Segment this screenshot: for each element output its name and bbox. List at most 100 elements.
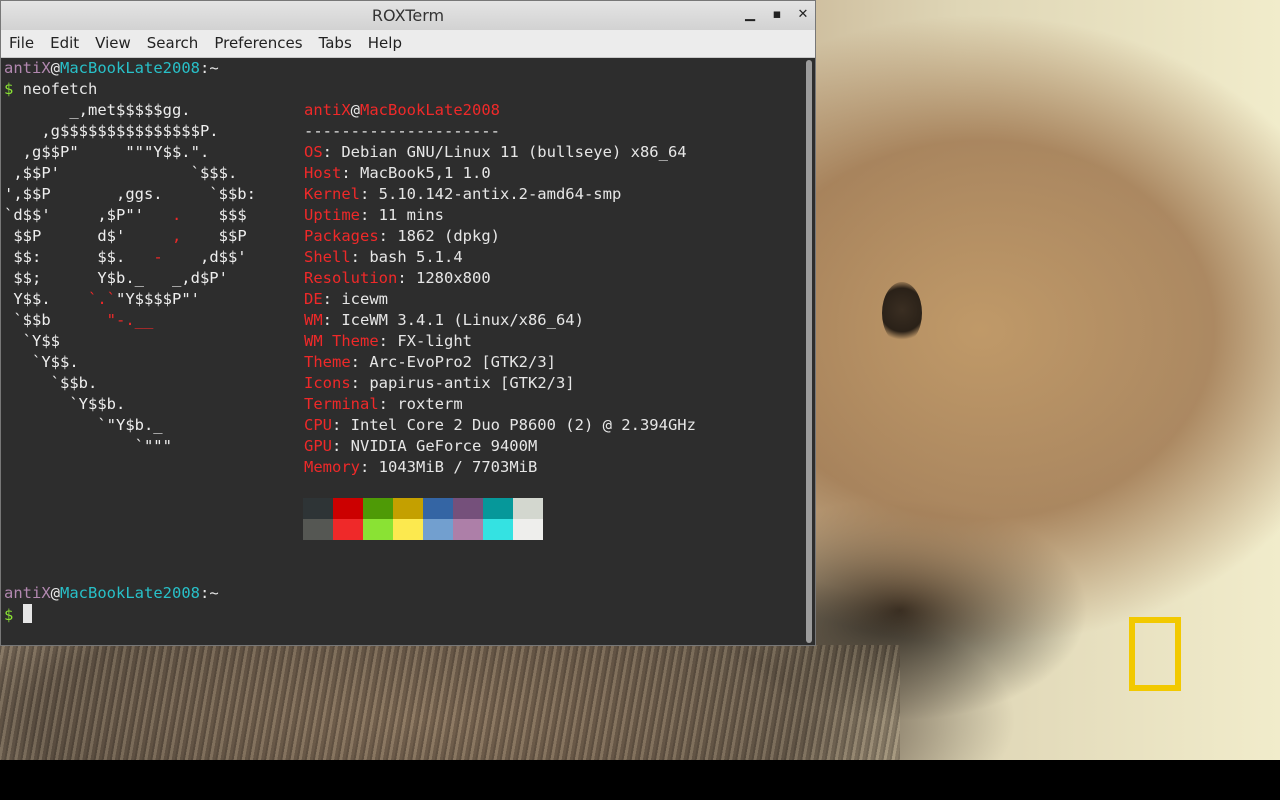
info-field-row: Memory: 1043MiB / 7703MiB bbox=[304, 457, 696, 478]
info-field-value: 1043MiB / 7703MiB bbox=[378, 458, 538, 476]
minimize-icon[interactable]: ▁ bbox=[741, 6, 759, 24]
info-field-row: Terminal: roxterm bbox=[304, 394, 696, 415]
neofetch-info: antiX@MacBookLate2008 ------------------… bbox=[304, 100, 696, 478]
logo-line: $$; Y$b._ _,d$P' bbox=[4, 269, 228, 287]
info-field-value: NVIDIA GeForce 9400M bbox=[350, 437, 538, 455]
menu-file[interactable]: File bbox=[1, 30, 42, 57]
maximize-icon[interactable]: ▪ bbox=[768, 6, 786, 24]
info-field-value: roxterm bbox=[397, 395, 463, 413]
logo-segment-red: - bbox=[153, 248, 163, 266]
wallpaper-lion-eye bbox=[882, 282, 922, 344]
logo-line: Y$$. `.`"Y$$$$P"' bbox=[4, 289, 256, 310]
menu-edit[interactable]: Edit bbox=[42, 30, 87, 57]
menu-preferences[interactable]: Preferences bbox=[206, 30, 310, 57]
prompt-path: :~ bbox=[200, 59, 219, 77]
info-field-key: Packages bbox=[304, 227, 379, 245]
scrollbar-thumb[interactable] bbox=[806, 60, 812, 643]
color-palette bbox=[303, 498, 543, 540]
logo-segment: ,d$$' bbox=[162, 248, 247, 266]
menu-help[interactable]: Help bbox=[360, 30, 410, 57]
logo-segment: `$$b bbox=[4, 311, 107, 329]
info-field-colon: : bbox=[397, 269, 416, 287]
palette-swatch bbox=[333, 498, 363, 519]
info-field-value: 1862 (dpkg) bbox=[397, 227, 500, 245]
info-field-key: Terminal bbox=[304, 395, 379, 413]
menubar: File Edit View Search Preferences Tabs H… bbox=[1, 30, 815, 58]
palette-swatch bbox=[393, 519, 423, 540]
info-field-colon: : bbox=[360, 458, 379, 476]
logo-segment-red: . bbox=[171, 206, 182, 224]
info-field-key: Icons bbox=[304, 374, 351, 392]
prompt-host: MacBookLate2008 bbox=[60, 59, 200, 77]
info-field-row: Host: MacBook5,1 1.0 bbox=[304, 163, 696, 184]
palette-swatch bbox=[483, 519, 513, 540]
info-field-value: Arc-EvoPro2 [GTK2/3] bbox=[369, 353, 556, 371]
info-field-colon: : bbox=[360, 185, 379, 203]
info-field-colon: : bbox=[332, 416, 351, 434]
info-field-row: Packages: 1862 (dpkg) bbox=[304, 226, 696, 247]
window-titlebar[interactable]: ROXTerm ▁ ▪ ✕ bbox=[1, 1, 815, 31]
logo-segment: `d$$' ,$P"' bbox=[4, 206, 172, 224]
info-field-value: FX-light bbox=[397, 332, 472, 350]
info-field-value: icewm bbox=[341, 290, 389, 308]
close-icon[interactable]: ✕ bbox=[794, 6, 812, 24]
info-field-key: Theme bbox=[304, 353, 351, 371]
scrollbar[interactable] bbox=[803, 58, 815, 645]
info-field-colon: : bbox=[350, 374, 370, 392]
logo-segment: $$$ bbox=[181, 206, 247, 224]
logo-line: ,g$$$$$$$$$$$$$$$P. bbox=[4, 122, 219, 140]
national-geographic-logo-icon bbox=[1129, 617, 1181, 691]
logo-line: $$: $$. - ,d$$' bbox=[4, 247, 256, 268]
info-field-value: IceWM 3.4.1 (Linux/x86_64) bbox=[341, 311, 584, 329]
command-line[interactable]: $ bbox=[4, 604, 32, 625]
prompt-user: antiX bbox=[4, 584, 51, 602]
info-field-value: Intel Core 2 Duo P8600 (2) @ 2.394GHz bbox=[350, 416, 696, 434]
info-separator: --------------------- bbox=[304, 122, 500, 140]
terminal-window[interactable]: ROXTerm ▁ ▪ ✕ File Edit View Search Pref… bbox=[0, 0, 816, 646]
info-field-row: DE: icewm bbox=[304, 289, 696, 310]
prompt-at: @ bbox=[50, 584, 61, 602]
prompt-symbol: $ bbox=[4, 606, 14, 624]
palette-swatch bbox=[363, 498, 393, 519]
window-title: ROXTerm bbox=[371, 6, 445, 25]
info-field-colon: : bbox=[378, 227, 398, 245]
info-field-row: Theme: Arc-EvoPro2 [GTK2/3] bbox=[304, 352, 696, 373]
info-field-value: 11 mins bbox=[378, 206, 444, 224]
logo-segment: $$P bbox=[181, 227, 247, 245]
palette-swatch bbox=[333, 519, 363, 540]
terminal-output[interactable]: antiX@MacBookLate2008:~ $ neofetch _,met… bbox=[1, 58, 803, 645]
logo-line: `$$b "-.__ bbox=[4, 310, 256, 331]
info-field-value: 5.10.142-antix.2-amd64-smp bbox=[378, 185, 622, 203]
wallpaper-fur bbox=[0, 645, 900, 760]
info-field-value: bash 5.1.4 bbox=[369, 248, 463, 266]
info-field-key: OS bbox=[304, 143, 323, 161]
info-field-colon: : bbox=[350, 248, 370, 266]
palette-swatch bbox=[423, 498, 453, 519]
logo-line: `$$b. bbox=[4, 374, 98, 392]
info-field-colon: : bbox=[360, 206, 379, 224]
menu-tabs[interactable]: Tabs bbox=[311, 30, 360, 57]
menu-search[interactable]: Search bbox=[139, 30, 207, 57]
info-field-row: CPU: Intel Core 2 Duo P8600 (2) @ 2.394G… bbox=[304, 415, 696, 436]
logo-segment-red: , bbox=[171, 227, 182, 245]
info-field-value: Debian GNU/Linux 11 (bullseye) x86_64 bbox=[341, 143, 687, 161]
palette-swatch bbox=[363, 519, 393, 540]
logo-line: `""" bbox=[4, 437, 172, 455]
info-field-key: Host bbox=[304, 164, 342, 182]
menu-view[interactable]: View bbox=[87, 30, 139, 57]
logo-segment-red: `.` bbox=[88, 290, 116, 308]
info-host: MacBookLate2008 bbox=[360, 101, 500, 119]
info-field-key: Kernel bbox=[304, 185, 360, 203]
info-user: antiX bbox=[304, 101, 351, 119]
info-field-key: Shell bbox=[304, 248, 351, 266]
logo-segment: "Y$$$$P"' bbox=[116, 290, 200, 308]
logo-line: `Y$$. bbox=[4, 353, 79, 371]
logo-line: `d$$' ,$P"' . $$$ bbox=[4, 205, 256, 226]
palette-swatch bbox=[483, 498, 513, 519]
prompt-at: @ bbox=[50, 59, 61, 77]
logo-segment: $$P d$' bbox=[4, 227, 172, 245]
palette-swatch bbox=[423, 519, 453, 540]
info-field-row: Uptime: 11 mins bbox=[304, 205, 696, 226]
info-field-key: Resolution bbox=[304, 269, 398, 287]
info-field-value: papirus-antix [GTK2/3] bbox=[369, 374, 575, 392]
